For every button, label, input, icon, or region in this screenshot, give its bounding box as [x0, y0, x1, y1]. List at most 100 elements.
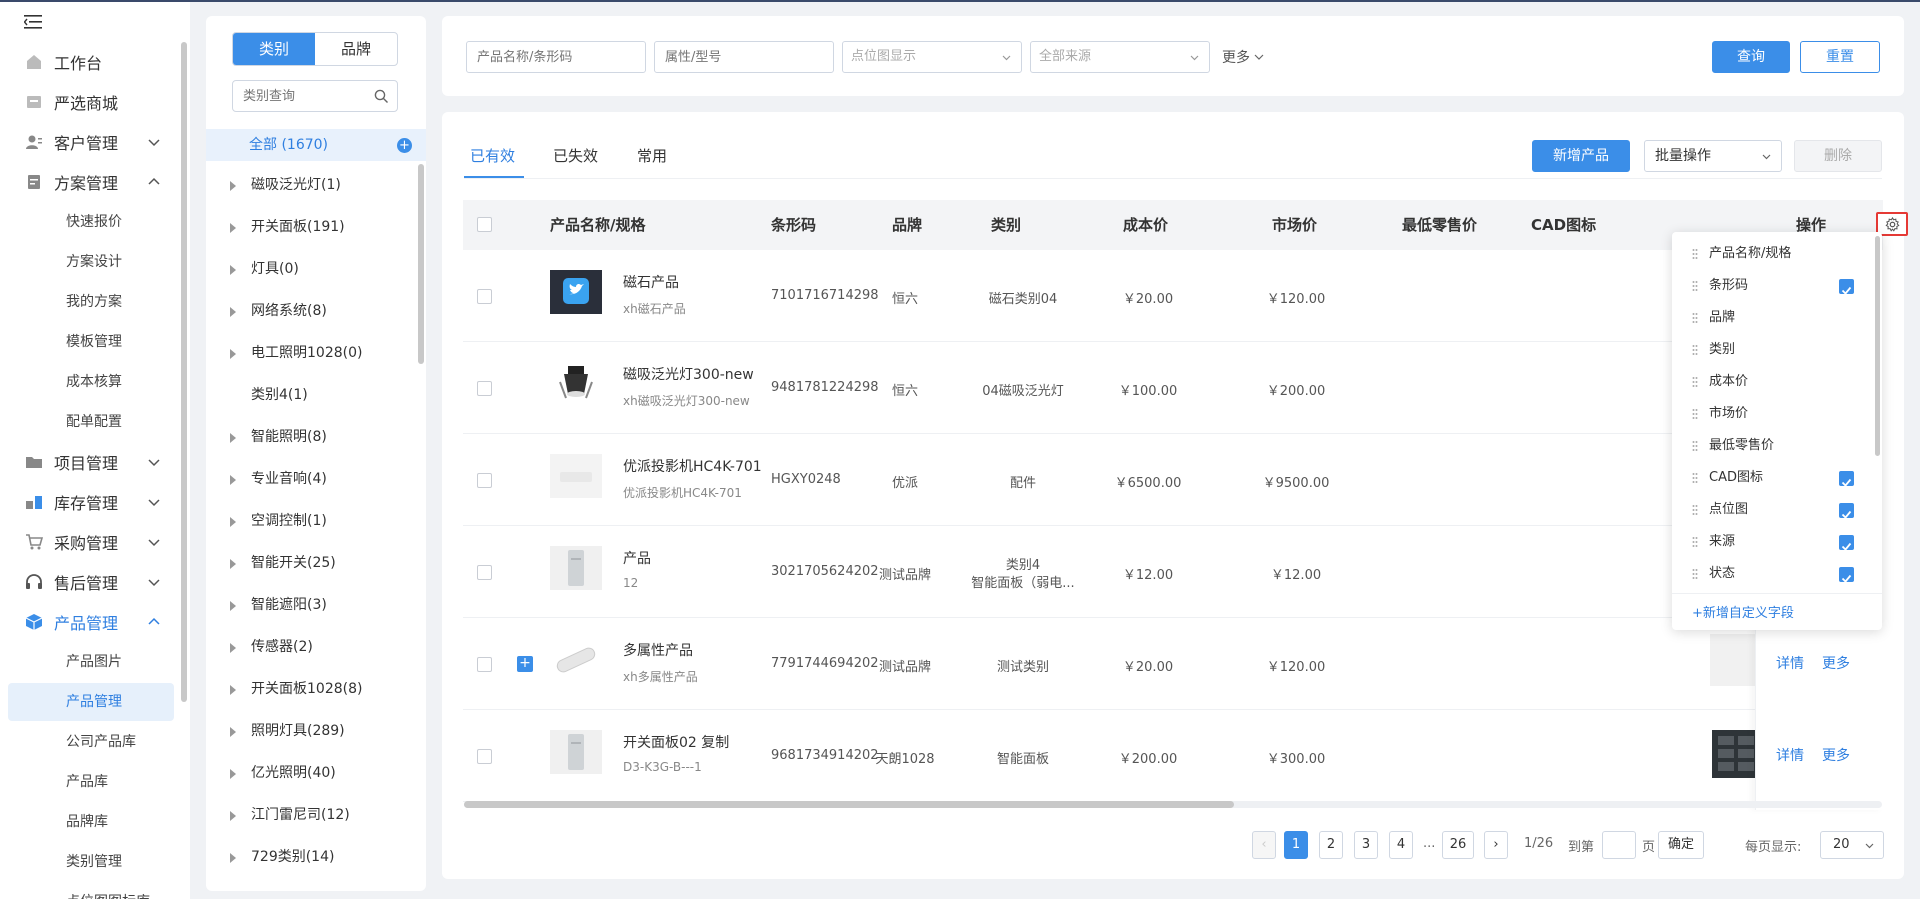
nav-sub-category-manage[interactable]: 类别管理 — [8, 843, 174, 881]
column-setting-checkbox[interactable] — [1839, 503, 1854, 519]
drag-handle-icon[interactable] — [1692, 504, 1698, 516]
nav-sub-quick-quote[interactable]: 快速报价 — [8, 203, 174, 241]
sidebar-scrollbar[interactable] — [181, 42, 187, 702]
detail-link[interactable]: 详情 — [1776, 745, 1804, 765]
category-item[interactable]: 灯具(0) — [206, 253, 416, 285]
more-filters-toggle[interactable]: 更多 — [1222, 47, 1264, 67]
category-item[interactable]: 智能遮阳(3) — [206, 589, 416, 621]
nav-sub-my-plans[interactable]: 我的方案 — [8, 283, 174, 321]
category-item[interactable]: 电工照明1028(0) — [206, 337, 416, 369]
column-setting-item[interactable]: 条形码 — [1672, 270, 1872, 302]
drag-handle-icon[interactable] — [1692, 440, 1698, 452]
nav-item-products[interactable]: 产品管理 — [0, 603, 180, 641]
tab-category[interactable]: 类别 — [233, 33, 315, 65]
expand-arrow-icon[interactable] — [230, 181, 236, 191]
table-row[interactable]: 磁石产品 xh磁石产品 7101716714298 恒六 磁石类别04 ￥20.00 ￥12… — [463, 250, 1883, 342]
add-custom-field-link[interactable]: +新增自定义字段 — [1692, 602, 1794, 621]
expand-arrow-icon[interactable] — [230, 265, 236, 275]
column-setting-item[interactable]: 状态 — [1672, 558, 1872, 590]
row-checkbox[interactable] — [477, 381, 492, 396]
nav-sub-plan-design[interactable]: 方案设计 — [8, 243, 174, 281]
next-page-button[interactable]: › — [1484, 831, 1508, 859]
expand-arrow-icon[interactable] — [230, 223, 236, 233]
table-row[interactable]: 开关面板02 复制 D3-K3G-B---1 9681734914202 天朗1028… — [463, 710, 1883, 802]
table-row[interactable]: 磁吸泛光灯300-new xh磁吸泛光灯300-new 9481781224298 恒… — [463, 342, 1883, 434]
nav-sub-cost[interactable]: 成本核算 — [8, 363, 174, 401]
category-item[interactable]: 开关面板1028(8) — [206, 673, 416, 705]
table-row[interactable]: 产品 12 3021705624202 测试品牌 类别4 智能面板（弱电... ￥12.00… — [463, 526, 1883, 618]
page-2[interactable]: 2 — [1319, 831, 1343, 859]
tab-common[interactable]: 常用 — [637, 145, 667, 166]
more-link[interactable]: 更多 — [1822, 653, 1850, 673]
column-setting-checkbox[interactable] — [1839, 567, 1854, 583]
column-setting-item[interactable]: 成本价 — [1672, 366, 1872, 398]
select-all-checkbox[interactable] — [477, 217, 492, 232]
nav-sub-config[interactable]: 配单配置 — [8, 403, 174, 441]
expand-arrow-icon[interactable] — [230, 601, 236, 611]
expand-arrow-icon[interactable] — [230, 811, 236, 821]
category-item[interactable]: 网络系统(8) — [206, 295, 416, 327]
expand-arrow-icon[interactable] — [230, 685, 236, 695]
tab-invalid[interactable]: 已失效 — [553, 145, 598, 166]
attribute-model-input[interactable] — [655, 42, 833, 72]
table-row[interactable]: 优派投影机HC4K-701 优派投影机HC4K-701 HGXY0248 优派 配件 ￥6… — [463, 434, 1883, 526]
column-setting-item[interactable]: 类别 — [1672, 334, 1872, 366]
column-setting-item[interactable]: 最低零售价 — [1672, 430, 1872, 462]
nav-sub-product-manage[interactable]: 产品管理 — [8, 683, 174, 721]
row-checkbox[interactable] — [477, 749, 492, 764]
category-all[interactable]: 全部 (1670) + — [206, 129, 426, 161]
nav-item-purchase[interactable]: 采购管理 — [0, 523, 180, 561]
drag-handle-icon[interactable] — [1692, 568, 1698, 580]
page-1[interactable]: 1 — [1284, 831, 1308, 859]
point-display-select[interactable]: 点位图显示 — [842, 41, 1022, 73]
prev-page-button[interactable]: ‹ — [1252, 831, 1276, 859]
column-setting-item[interactable]: 产品名称/规格 — [1672, 238, 1872, 270]
category-item[interactable]: 智能开关(25) — [206, 547, 416, 579]
detail-link[interactable]: 详情 — [1776, 653, 1804, 673]
expand-arrow-icon[interactable] — [230, 853, 236, 863]
category-item[interactable]: 空调控制(1) — [206, 505, 416, 537]
expand-arrow-icon[interactable] — [230, 727, 236, 737]
drag-handle-icon[interactable] — [1692, 280, 1698, 292]
add-category-icon[interactable]: + — [397, 138, 412, 153]
source-select[interactable]: 全部来源 — [1030, 41, 1210, 73]
row-checkbox[interactable] — [477, 473, 492, 488]
nav-item-stock[interactable]: 库存管理 — [0, 483, 180, 521]
name-barcode-input[interactable] — [467, 42, 645, 72]
search-icon[interactable] — [374, 89, 389, 104]
nav-sub-point-icons[interactable]: 点位图图标库 — [8, 883, 174, 899]
nav-item-projects[interactable]: 项目管理 — [0, 443, 180, 481]
column-setting-checkbox[interactable] — [1839, 471, 1854, 487]
horizontal-scrollbar[interactable] — [464, 801, 1882, 808]
more-link[interactable]: 更多 — [1822, 745, 1850, 765]
nav-item-plans[interactable]: 方案管理 — [0, 163, 180, 201]
column-setting-checkbox[interactable] — [1839, 535, 1854, 551]
category-item[interactable]: 亿光照明(40) — [206, 757, 416, 789]
delete-button[interactable]: 删除 — [1794, 140, 1882, 172]
category-search-input[interactable] — [233, 81, 363, 111]
batch-action-select[interactable]: 批量操作 — [1644, 140, 1782, 172]
nav-sub-brand-library[interactable]: 品牌库 — [8, 803, 174, 841]
category-item[interactable]: 磁吸泛光灯(1) — [206, 169, 416, 201]
drag-handle-icon[interactable] — [1692, 472, 1698, 484]
expand-arrow-icon[interactable] — [230, 769, 236, 779]
category-item[interactable]: 智能照明(8) — [206, 421, 416, 453]
goto-confirm-button[interactable]: 确定 — [1658, 831, 1704, 859]
drag-handle-icon[interactable] — [1692, 408, 1698, 420]
category-item[interactable]: 729类别(14) — [206, 841, 416, 873]
category-item[interactable]: 类别4(1) — [206, 379, 416, 411]
column-settings-scrollbar[interactable] — [1875, 236, 1880, 456]
nav-item-after-sales[interactable]: 售后管理 — [0, 563, 180, 601]
goto-page-input[interactable] — [1602, 831, 1636, 859]
page-26[interactable]: 26 — [1442, 831, 1474, 859]
expand-arrow-icon[interactable] — [230, 349, 236, 359]
category-item[interactable]: 照明灯具(289) — [206, 715, 416, 747]
nav-sub-company-products[interactable]: 公司产品库 — [8, 723, 174, 761]
reset-button[interactable]: 重置 — [1800, 41, 1880, 73]
category-item[interactable]: 传感器(2) — [206, 631, 416, 663]
drag-handle-icon[interactable] — [1692, 312, 1698, 324]
nav-item-customers[interactable]: 客户管理 — [0, 123, 180, 161]
category-item[interactable]: 开关面板(191) — [206, 211, 416, 243]
menu-collapse-icon[interactable] — [24, 14, 44, 30]
tab-valid[interactable]: 已有效 — [470, 145, 515, 166]
